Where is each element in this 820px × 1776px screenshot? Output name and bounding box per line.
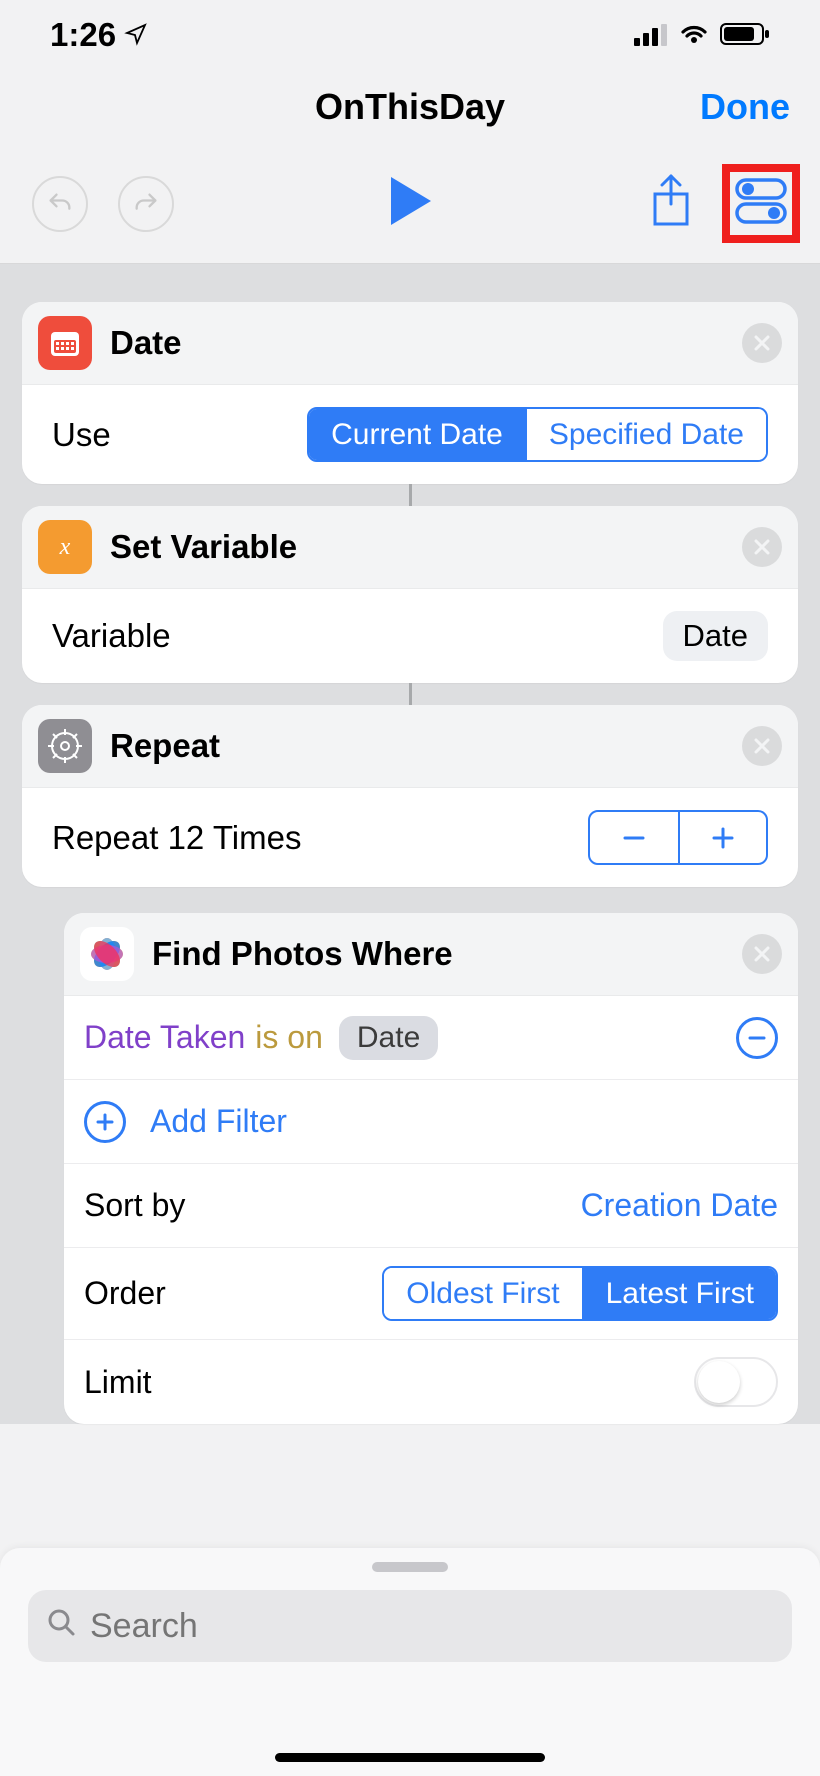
workflow-canvas: Date Use Current Date Specified Date x S… bbox=[0, 264, 820, 1424]
settings-button[interactable] bbox=[734, 176, 788, 231]
date-option-specified[interactable]: Specified Date bbox=[525, 409, 766, 460]
home-indicator[interactable] bbox=[275, 1753, 545, 1762]
limit-row: Limit bbox=[64, 1340, 798, 1424]
search-input[interactable] bbox=[28, 1590, 792, 1662]
page-title: OnThisDay bbox=[315, 86, 505, 128]
variable-icon: x bbox=[38, 520, 92, 574]
settings-button-highlight bbox=[722, 164, 800, 243]
filter-operator[interactable]: is on bbox=[255, 1019, 323, 1056]
svg-text:x: x bbox=[59, 534, 71, 560]
status-time: 1:26 bbox=[50, 16, 116, 54]
date-use-segmented[interactable]: Current Date Specified Date bbox=[307, 407, 768, 462]
date-param-label: Use bbox=[52, 416, 111, 454]
variable-value-chip[interactable]: Date bbox=[663, 611, 768, 661]
action-set-variable[interactable]: x Set Variable Variable Date bbox=[22, 506, 798, 683]
limit-toggle[interactable] bbox=[694, 1357, 778, 1407]
redo-button[interactable] bbox=[118, 176, 174, 232]
location-arrow-icon bbox=[124, 16, 148, 54]
connector-line bbox=[409, 683, 412, 705]
delete-action-button[interactable] bbox=[742, 527, 782, 567]
action-date[interactable]: Date Use Current Date Specified Date bbox=[22, 302, 798, 484]
delete-action-button[interactable] bbox=[742, 323, 782, 363]
order-option-oldest[interactable]: Oldest First bbox=[384, 1268, 581, 1319]
sheet-grabber[interactable] bbox=[372, 1562, 448, 1572]
gear-icon bbox=[38, 719, 92, 773]
action-set-variable-title: Set Variable bbox=[110, 528, 297, 566]
action-find-photos-title: Find Photos Where bbox=[152, 935, 453, 973]
filter-value-chip[interactable]: Date bbox=[339, 1016, 438, 1060]
share-button[interactable] bbox=[650, 174, 698, 233]
repeat-body-text: Repeat 12 Times bbox=[52, 819, 301, 857]
add-filter-label: Add Filter bbox=[150, 1103, 287, 1140]
date-option-current[interactable]: Current Date bbox=[309, 409, 525, 460]
play-button[interactable] bbox=[387, 175, 433, 232]
search-icon bbox=[46, 1607, 76, 1646]
action-find-photos[interactable]: Find Photos Where Date Taken is on Date … bbox=[64, 913, 798, 1424]
stepper-plus-button[interactable] bbox=[678, 812, 766, 863]
undo-button[interactable] bbox=[32, 176, 88, 232]
variable-param-label: Variable bbox=[52, 617, 171, 655]
sort-by-row[interactable]: Sort by Creation Date bbox=[64, 1164, 798, 1248]
wifi-icon bbox=[678, 16, 710, 54]
delete-action-button[interactable] bbox=[742, 726, 782, 766]
plus-circle-icon bbox=[84, 1101, 126, 1143]
order-segmented[interactable]: Oldest First Latest First bbox=[382, 1266, 778, 1321]
cellular-icon bbox=[634, 16, 668, 54]
order-row: Order Oldest First Latest First bbox=[64, 1248, 798, 1340]
action-repeat-title: Repeat bbox=[110, 727, 220, 765]
status-bar: 1:26 bbox=[0, 0, 820, 70]
sort-by-value[interactable]: Creation Date bbox=[581, 1187, 778, 1224]
photos-icon bbox=[80, 927, 134, 981]
remove-filter-button[interactable] bbox=[736, 1017, 778, 1059]
order-label: Order bbox=[84, 1275, 166, 1312]
limit-label: Limit bbox=[84, 1364, 152, 1401]
sort-by-label: Sort by bbox=[84, 1187, 185, 1224]
delete-action-button[interactable] bbox=[742, 934, 782, 974]
connector-line bbox=[409, 484, 412, 506]
editor-toolbar bbox=[0, 144, 820, 264]
search-sheet[interactable] bbox=[0, 1548, 820, 1776]
stepper-minus-button[interactable] bbox=[590, 812, 678, 863]
repeat-stepper[interactable] bbox=[588, 810, 768, 865]
done-button[interactable]: Done bbox=[700, 86, 790, 128]
filter-field[interactable]: Date Taken bbox=[84, 1019, 245, 1056]
action-date-title: Date bbox=[110, 324, 182, 362]
calendar-icon bbox=[38, 316, 92, 370]
battery-icon bbox=[720, 16, 770, 54]
search-field-input[interactable] bbox=[88, 1606, 774, 1647]
action-repeat[interactable]: Repeat Repeat 12 Times bbox=[22, 705, 798, 887]
order-option-latest[interactable]: Latest First bbox=[582, 1268, 776, 1319]
filter-row[interactable]: Date Taken is on Date bbox=[64, 996, 798, 1080]
add-filter-row[interactable]: Add Filter bbox=[64, 1080, 798, 1164]
nav-header: OnThisDay Done bbox=[0, 70, 820, 144]
